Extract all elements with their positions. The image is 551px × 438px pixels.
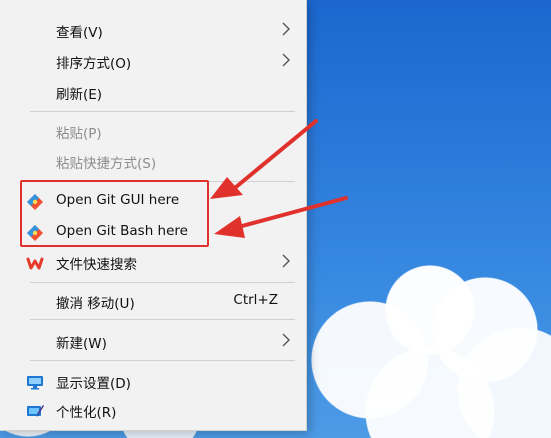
menu-item-sort-by-label: 排序方式(O)	[56, 56, 132, 72]
menu-item-new-label: 新建(W)	[56, 336, 107, 352]
menu-item-open-git-gui-label: Open Git GUI here	[56, 192, 180, 208]
menu-item-new[interactable]: 新建(W)	[0, 326, 306, 356]
menu-item-display-settings-label: 显示设置(D)	[56, 376, 131, 392]
menu-item-file-quick-search-label: 文件快速搜索	[56, 257, 137, 273]
menu-item-open-git-bash[interactable]: Open Git Bash here	[0, 217, 306, 247]
menu-item-paste-shortcut[interactable]: 粘贴快捷方式(S)	[0, 146, 306, 176]
menu-item-display-settings[interactable]: 显示设置(D)	[0, 366, 306, 396]
menu-separator	[30, 111, 295, 112]
chevron-right-icon	[282, 22, 290, 36]
menu-item-undo-move-label: 撤消 移动(U)	[56, 296, 135, 312]
menu-item-paste[interactable]: 粘贴(P)	[0, 116, 306, 146]
menu-item-open-git-gui[interactable]: Open Git GUI here	[0, 186, 306, 216]
desktop-context-menu: 查看(V) 排序方式(O) 刷新(E) 粘贴(P) 粘贴快捷方式(S) Open…	[0, 0, 307, 431]
git-icon	[27, 225, 43, 241]
chevron-right-icon	[282, 254, 290, 268]
menu-item-undo-move-shortcut: Ctrl+Z	[233, 292, 278, 308]
display-settings-icon	[27, 376, 43, 390]
chevron-right-icon	[282, 53, 290, 67]
menu-item-refresh-label: 刷新(E)	[56, 87, 103, 103]
menu-item-personalize-label: 个性化(R)	[56, 405, 117, 421]
chevron-right-icon	[282, 333, 290, 347]
wps-icon	[26, 257, 44, 270]
menu-item-personalize[interactable]: 个性化(R)	[0, 395, 306, 425]
menu-item-refresh[interactable]: 刷新(E)	[0, 77, 306, 107]
menu-item-view[interactable]: 查看(V)	[0, 15, 306, 45]
personalize-icon	[27, 405, 44, 417]
menu-separator	[30, 181, 295, 182]
menu-separator	[30, 360, 295, 361]
menu-item-open-git-bash-label: Open Git Bash here	[56, 223, 188, 239]
menu-item-undo-move[interactable]: 撤消 移动(U) Ctrl+Z	[0, 286, 306, 316]
git-icon	[27, 194, 43, 210]
menu-item-paste-label: 粘贴(P)	[56, 126, 102, 142]
menu-item-file-quick-search[interactable]: 文件快速搜索	[0, 247, 306, 277]
menu-separator	[30, 282, 295, 283]
menu-item-sort-by[interactable]: 排序方式(O)	[0, 46, 306, 76]
menu-separator	[30, 319, 295, 320]
menu-item-paste-shortcut-label: 粘贴快捷方式(S)	[56, 156, 157, 172]
menu-item-view-label: 查看(V)	[56, 25, 103, 41]
